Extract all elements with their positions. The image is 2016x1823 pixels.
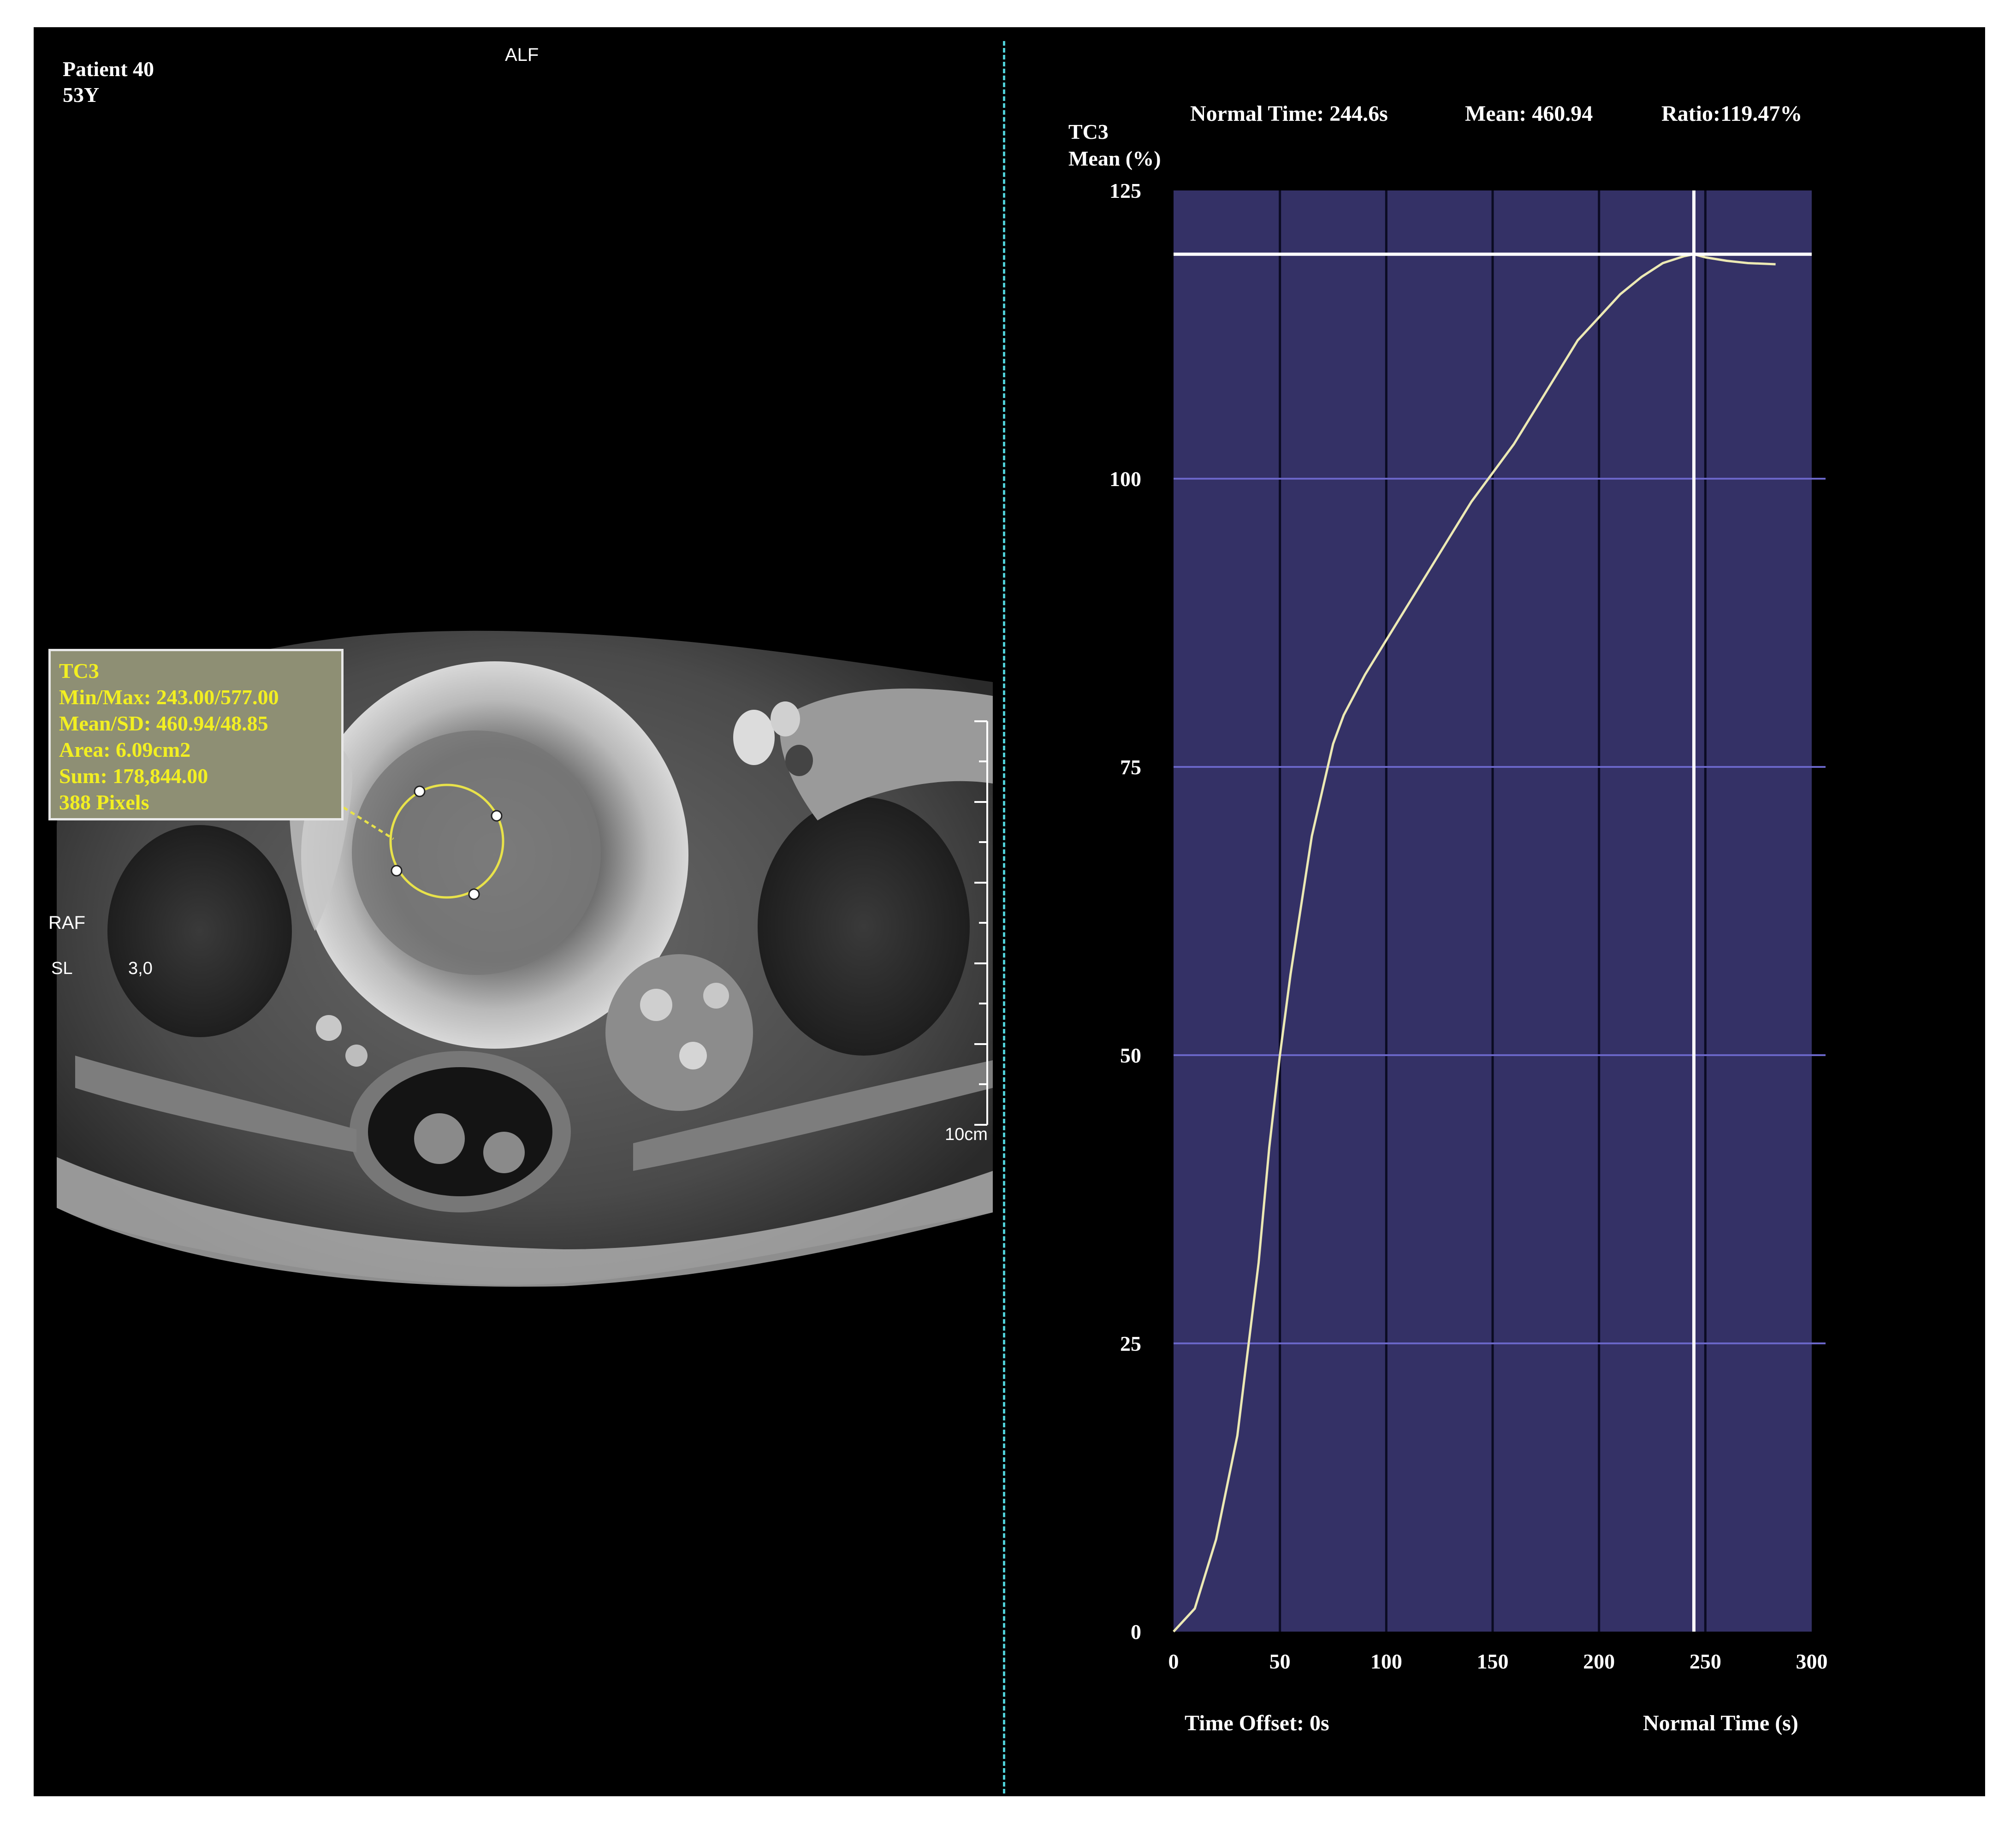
x-tick-label: 0 — [1168, 1650, 1179, 1673]
x-tick-label: 300 — [1796, 1650, 1828, 1673]
y-tick-label: 0 — [1131, 1620, 1141, 1644]
x-tick-label: 50 — [1269, 1650, 1291, 1673]
viewer-screen: Patient 40 53Y ALF RAF SL 3,0 10cm TC3 M… — [34, 27, 1985, 1796]
enhancement-curve-chart[interactable]: 0 50 100 150 200 250 300 0 25 50 75 100 125 — [34, 27, 1985, 1796]
y-tick-label: 125 — [1109, 179, 1141, 202]
x-tick-label: 250 — [1690, 1650, 1721, 1673]
x-tick-label: 200 — [1583, 1650, 1615, 1673]
y-tick-label: 100 — [1109, 467, 1141, 491]
y-tick-label: 50 — [1120, 1044, 1141, 1067]
x-tick-label: 100 — [1370, 1650, 1402, 1673]
y-tick-label: 75 — [1120, 755, 1141, 779]
y-tick-label: 25 — [1120, 1332, 1141, 1355]
x-tick-label: 150 — [1477, 1650, 1509, 1673]
